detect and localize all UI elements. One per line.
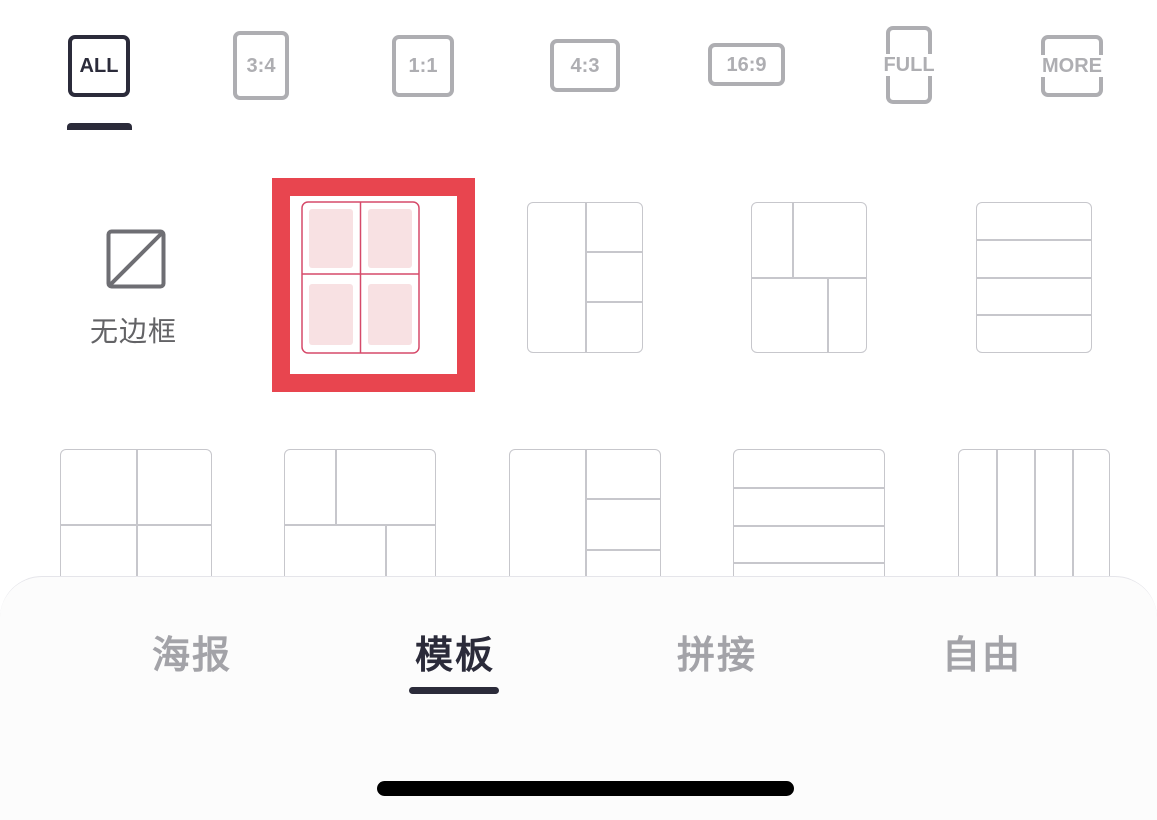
tab-template[interactable]: 模板 bbox=[415, 624, 495, 679]
template-grid-2x2[interactable] bbox=[301, 201, 420, 354]
ratio-all-button[interactable]: ALL bbox=[68, 35, 130, 97]
ratio-more-label: MORE bbox=[1041, 55, 1103, 77]
template-left-right-three[interactable] bbox=[527, 202, 643, 353]
ratio-1-1-button[interactable]: 1:1 bbox=[392, 35, 454, 97]
tab-free[interactable]: 自由 bbox=[942, 624, 1022, 679]
ratio-3-4-button[interactable]: 3:4 bbox=[233, 31, 289, 100]
ratio-all-label: ALL bbox=[78, 55, 120, 77]
ratio-1-1-label: 1:1 bbox=[407, 55, 439, 77]
template-mixed-four[interactable] bbox=[751, 202, 867, 353]
no-border-label: 无边框 bbox=[90, 315, 178, 348]
template-four-rows[interactable] bbox=[976, 202, 1092, 353]
ratio-full-button[interactable]: FULL bbox=[882, 26, 936, 104]
ratio-3-4-label: 3:4 bbox=[245, 54, 277, 77]
ratio-4-3-label: 4:3 bbox=[569, 54, 601, 77]
ratio-16-9-label: 16:9 bbox=[725, 53, 768, 76]
tab-active-indicator bbox=[409, 687, 499, 694]
tab-stitch[interactable]: 拼接 bbox=[677, 624, 757, 679]
ratio-active-indicator bbox=[67, 123, 132, 130]
home-indicator[interactable] bbox=[377, 781, 794, 796]
ratio-16-9-button[interactable]: 16:9 bbox=[708, 43, 785, 86]
no-border-icon bbox=[106, 229, 166, 289]
ratio-4-3-button[interactable]: 4:3 bbox=[550, 39, 620, 92]
tab-poster[interactable]: 海报 bbox=[152, 624, 232, 679]
ratio-more-button[interactable]: MORE bbox=[1041, 35, 1103, 97]
ratio-full-label: FULL bbox=[882, 54, 936, 76]
ratio-filter-bar: ALL 3:4 1:1 4:3 16:9 FULL MORE bbox=[0, 0, 1157, 140]
